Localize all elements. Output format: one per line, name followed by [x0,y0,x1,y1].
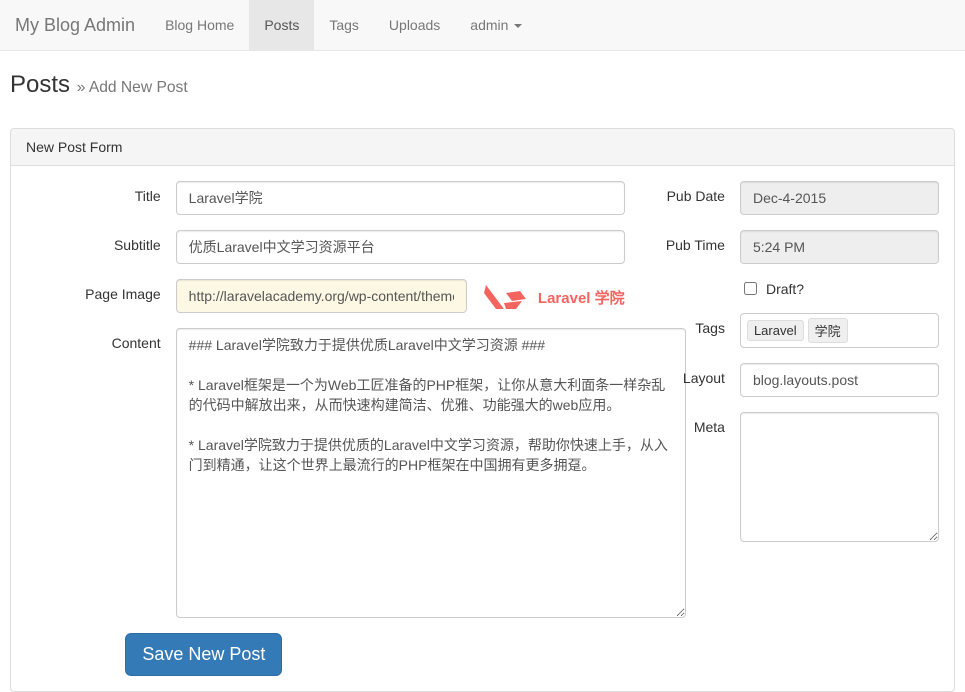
laravel-logo-icon [482,283,530,311]
nav-user-label: admin [470,17,508,33]
page-image-thumbnail-label: Laravel 学院 [538,287,625,308]
navbar-links: Blog Home Posts Tags Uploads [150,0,455,50]
subtitle-input[interactable] [176,230,625,264]
navbar-brand[interactable]: My Blog Admin [0,0,150,50]
pub-date-label: Pub Date [655,181,740,204]
pub-time-input[interactable] [740,230,939,264]
meta-label: Meta [655,412,740,435]
meta-textarea[interactable] [740,412,939,542]
page-image-label: Page Image [26,279,176,302]
nav-link-posts[interactable]: Posts [249,0,314,50]
content-label: Content [26,328,176,351]
layout-input[interactable] [740,363,939,397]
pub-time-label: Pub Time [655,230,740,253]
panel-heading: New Post Form [11,129,954,166]
tag-item[interactable]: 学院 [808,318,848,343]
page-title: Posts [10,71,70,98]
content-textarea[interactable] [176,328,686,618]
page-image-thumbnail: Laravel 学院 [482,283,625,311]
page-image-input[interactable] [176,279,467,313]
navbar: My Blog Admin Blog Home Posts Tags Uploa… [0,0,965,51]
caret-down-icon [514,24,522,28]
draft-checkbox-label[interactable]: Draft? [740,279,804,298]
nav-link-blog-home[interactable]: Blog Home [150,0,249,50]
page-subtitle: » Add New Post [77,79,188,96]
title-input[interactable] [176,181,625,215]
nav-link-uploads[interactable]: Uploads [374,0,455,50]
pub-date-input[interactable] [740,181,939,215]
save-new-post-button[interactable]: Save New Post [125,633,282,676]
panel: New Post Form Title Subtitle [10,128,955,692]
tags-label: Tags [655,313,740,336]
subtitle-label: Subtitle [26,230,176,253]
nav-link-tags[interactable]: Tags [314,0,374,50]
draft-checkbox[interactable] [744,282,757,295]
title-label: Title [26,181,176,204]
nav-user-dropdown[interactable]: admin [455,0,537,50]
layout-label: Layout [655,363,740,386]
draft-label-text: Draft? [766,281,804,297]
page-header: Posts » Add New Post [10,71,955,108]
tags-input[interactable]: Laravel 学院 [740,313,939,348]
tag-item[interactable]: Laravel [747,320,804,341]
